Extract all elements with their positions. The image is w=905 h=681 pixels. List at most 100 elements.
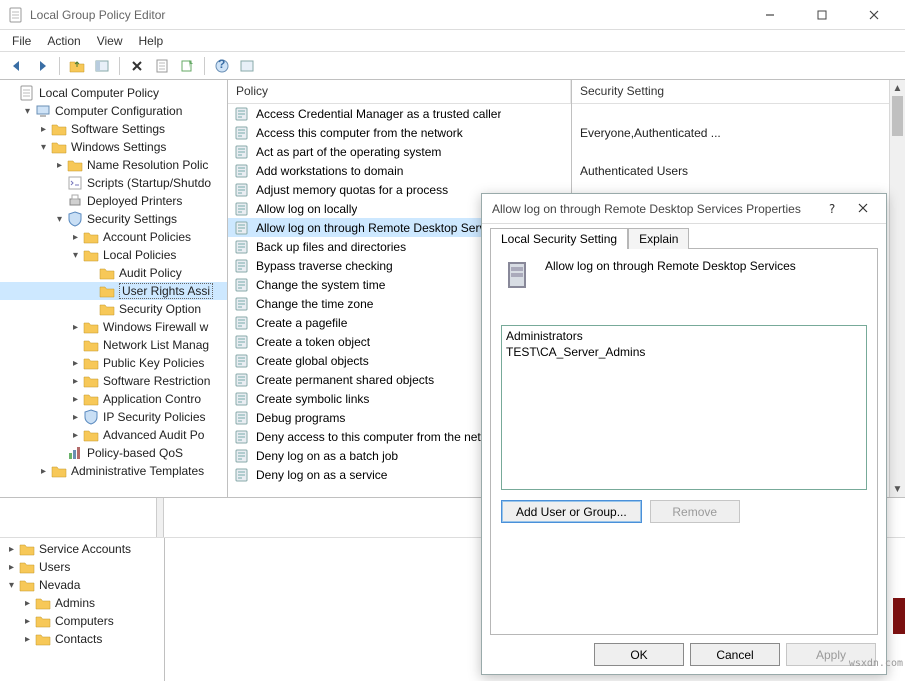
- maximize-button[interactable]: [799, 0, 845, 30]
- policy-row[interactable]: Add workstations to domain: [228, 161, 571, 180]
- member-item[interactable]: TEST\CA_Server_Admins: [506, 344, 862, 360]
- tree-node[interactable]: ▾Computer Configuration: [0, 102, 227, 120]
- tree-node[interactable]: ▸Account Policies: [0, 228, 227, 246]
- column-policy[interactable]: Policy: [228, 80, 571, 103]
- tree-node[interactable]: ▾Local Policies: [0, 246, 227, 264]
- expand-collapse-icon[interactable]: ▸: [36, 124, 51, 135]
- policy-row[interactable]: Act as part of the operating system: [228, 142, 571, 161]
- expand-collapse-icon[interactable]: ▸: [68, 358, 83, 369]
- close-button[interactable]: [851, 0, 897, 30]
- member-item[interactable]: Administrators: [506, 328, 862, 344]
- list-header: Policy: [228, 80, 571, 104]
- tree-node[interactable]: Policy-based QoS: [0, 444, 227, 462]
- tree-node[interactable]: Deployed Printers: [0, 192, 227, 210]
- tree-node[interactable]: Audit Policy: [0, 264, 227, 282]
- tree-node[interactable]: Security Option: [0, 300, 227, 318]
- tree-node[interactable]: ▸Windows Firewall w: [0, 318, 227, 336]
- security-setting-cell[interactable]: Authenticated Users: [572, 161, 905, 180]
- tree-node[interactable]: ▸Software Restriction: [0, 372, 227, 390]
- apply-button[interactable]: Apply: [786, 643, 876, 666]
- expand-collapse-icon[interactable]: ▸: [4, 544, 19, 555]
- tree-node[interactable]: ▾Security Settings: [0, 210, 227, 228]
- menu-view[interactable]: View: [89, 30, 131, 51]
- expand-collapse-icon[interactable]: ▸: [20, 598, 35, 609]
- tree-node-label: Application Contro: [103, 392, 201, 406]
- tree-node[interactable]: ▸Public Key Policies: [0, 354, 227, 372]
- show-hide-tree-button[interactable]: [91, 55, 113, 77]
- bottom-console-tree[interactable]: ▸Service Accounts▸Users▾Nevada▸Admins▸Co…: [0, 538, 165, 681]
- scroll-up-icon[interactable]: ▲: [890, 80, 905, 96]
- expand-collapse-icon[interactable]: ▾: [4, 580, 19, 591]
- scroll-down-icon[interactable]: ▼: [890, 481, 905, 497]
- column-security-setting[interactable]: Security Setting: [572, 80, 905, 103]
- tree-node[interactable]: ▸ Software Settings: [0, 120, 227, 138]
- expand-collapse-icon[interactable]: ▸: [20, 616, 35, 627]
- expand-collapse-icon[interactable]: ▸: [68, 394, 83, 405]
- expand-collapse-icon[interactable]: ▾: [52, 214, 67, 225]
- tree-node[interactable]: ▸Users: [0, 558, 164, 576]
- tree-node[interactable]: ▸Contacts: [0, 630, 164, 648]
- tree-node[interactable]: ▸Admins: [0, 594, 164, 612]
- tab-explain[interactable]: Explain: [628, 228, 689, 249]
- policy-row[interactable]: Access this computer from the network: [228, 123, 571, 142]
- expand-collapse-icon[interactable]: ▸: [36, 466, 51, 477]
- tree-node-label: Software Settings: [71, 122, 165, 136]
- forward-button[interactable]: [31, 55, 53, 77]
- list-header: Security Setting: [572, 80, 905, 104]
- expand-collapse-icon[interactable]: ▸: [68, 322, 83, 333]
- properties-button[interactable]: [151, 55, 173, 77]
- tree-node[interactable]: ▸Name Resolution Polic: [0, 156, 227, 174]
- expand-collapse-icon[interactable]: ▸: [52, 160, 67, 171]
- expand-collapse-icon[interactable]: ▸: [68, 430, 83, 441]
- tree-node[interactable]: Local Computer Policy: [0, 84, 227, 102]
- expand-collapse-icon[interactable]: ▾: [68, 250, 83, 261]
- tree-node[interactable]: ▸Service Accounts: [0, 540, 164, 558]
- expand-collapse-icon[interactable]: ▸: [68, 412, 83, 423]
- dialog-caption: Allow log on through Remote Desktop Serv…: [545, 259, 796, 273]
- policy-label: Act as part of the operating system: [256, 145, 441, 159]
- ok-button[interactable]: OK: [594, 643, 684, 666]
- tree-node[interactable]: ▸IP Security Policies: [0, 408, 227, 426]
- scroll-thumb[interactable]: [892, 96, 903, 136]
- expand-collapse-icon[interactable]: ▸: [68, 376, 83, 387]
- expand-collapse-icon[interactable]: ▸: [4, 562, 19, 573]
- dialog-help-button[interactable]: ?: [822, 202, 842, 216]
- security-setting-cell[interactable]: [572, 142, 905, 161]
- members-listbox[interactable]: AdministratorsTEST\CA_Server_Admins: [501, 325, 867, 490]
- tree-node[interactable]: ▸Administrative Templates: [0, 462, 227, 480]
- tree-node[interactable]: ▾Nevada: [0, 576, 164, 594]
- tree-node[interactable]: ▸Computers: [0, 612, 164, 630]
- tree-node[interactable]: User Rights Assi: [0, 282, 227, 300]
- policy-row[interactable]: Access Credential Manager as a trusted c…: [228, 104, 571, 123]
- vertical-splitter[interactable]: [156, 498, 164, 537]
- console-tree-pane[interactable]: Local Computer Policy▾Computer Configura…: [0, 80, 228, 497]
- refresh-button[interactable]: [236, 55, 258, 77]
- menu-file[interactable]: File: [4, 30, 39, 51]
- cancel-button[interactable]: Cancel: [690, 643, 780, 666]
- minimize-button[interactable]: [747, 0, 793, 30]
- tree-node[interactable]: ▸Advanced Audit Po: [0, 426, 227, 444]
- remove-button[interactable]: Remove: [650, 500, 740, 523]
- tree-node[interactable]: ▸ Application Contro: [0, 390, 227, 408]
- tree-node[interactable]: Network List Manag: [0, 336, 227, 354]
- vertical-scrollbar[interactable]: ▲ ▼: [889, 80, 905, 497]
- export-list-button[interactable]: [176, 55, 198, 77]
- tree-node[interactable]: Scripts (Startup/Shutdo: [0, 174, 227, 192]
- expand-collapse-icon[interactable]: ▾: [36, 142, 51, 153]
- security-setting-cell[interactable]: Everyone,Authenticated ...: [572, 123, 905, 142]
- expand-collapse-icon[interactable]: ▾: [20, 106, 35, 117]
- menu-action[interactable]: Action: [39, 30, 88, 51]
- dialog-close-button[interactable]: [850, 202, 876, 216]
- delete-button[interactable]: [126, 55, 148, 77]
- tab-local-security-setting[interactable]: Local Security Setting: [490, 228, 628, 249]
- expand-collapse-icon[interactable]: ▸: [68, 232, 83, 243]
- add-user-or-group-button[interactable]: Add User or Group...: [501, 500, 642, 523]
- help-button[interactable]: [211, 55, 233, 77]
- expand-collapse-icon[interactable]: ▸: [20, 634, 35, 645]
- security-setting-cell[interactable]: [572, 104, 905, 123]
- up-one-level-button[interactable]: [66, 55, 88, 77]
- dialog-footer: OK Cancel Apply: [482, 643, 886, 674]
- back-button[interactable]: [6, 55, 28, 77]
- menu-help[interactable]: Help: [131, 30, 172, 51]
- tree-node[interactable]: ▾Windows Settings: [0, 138, 227, 156]
